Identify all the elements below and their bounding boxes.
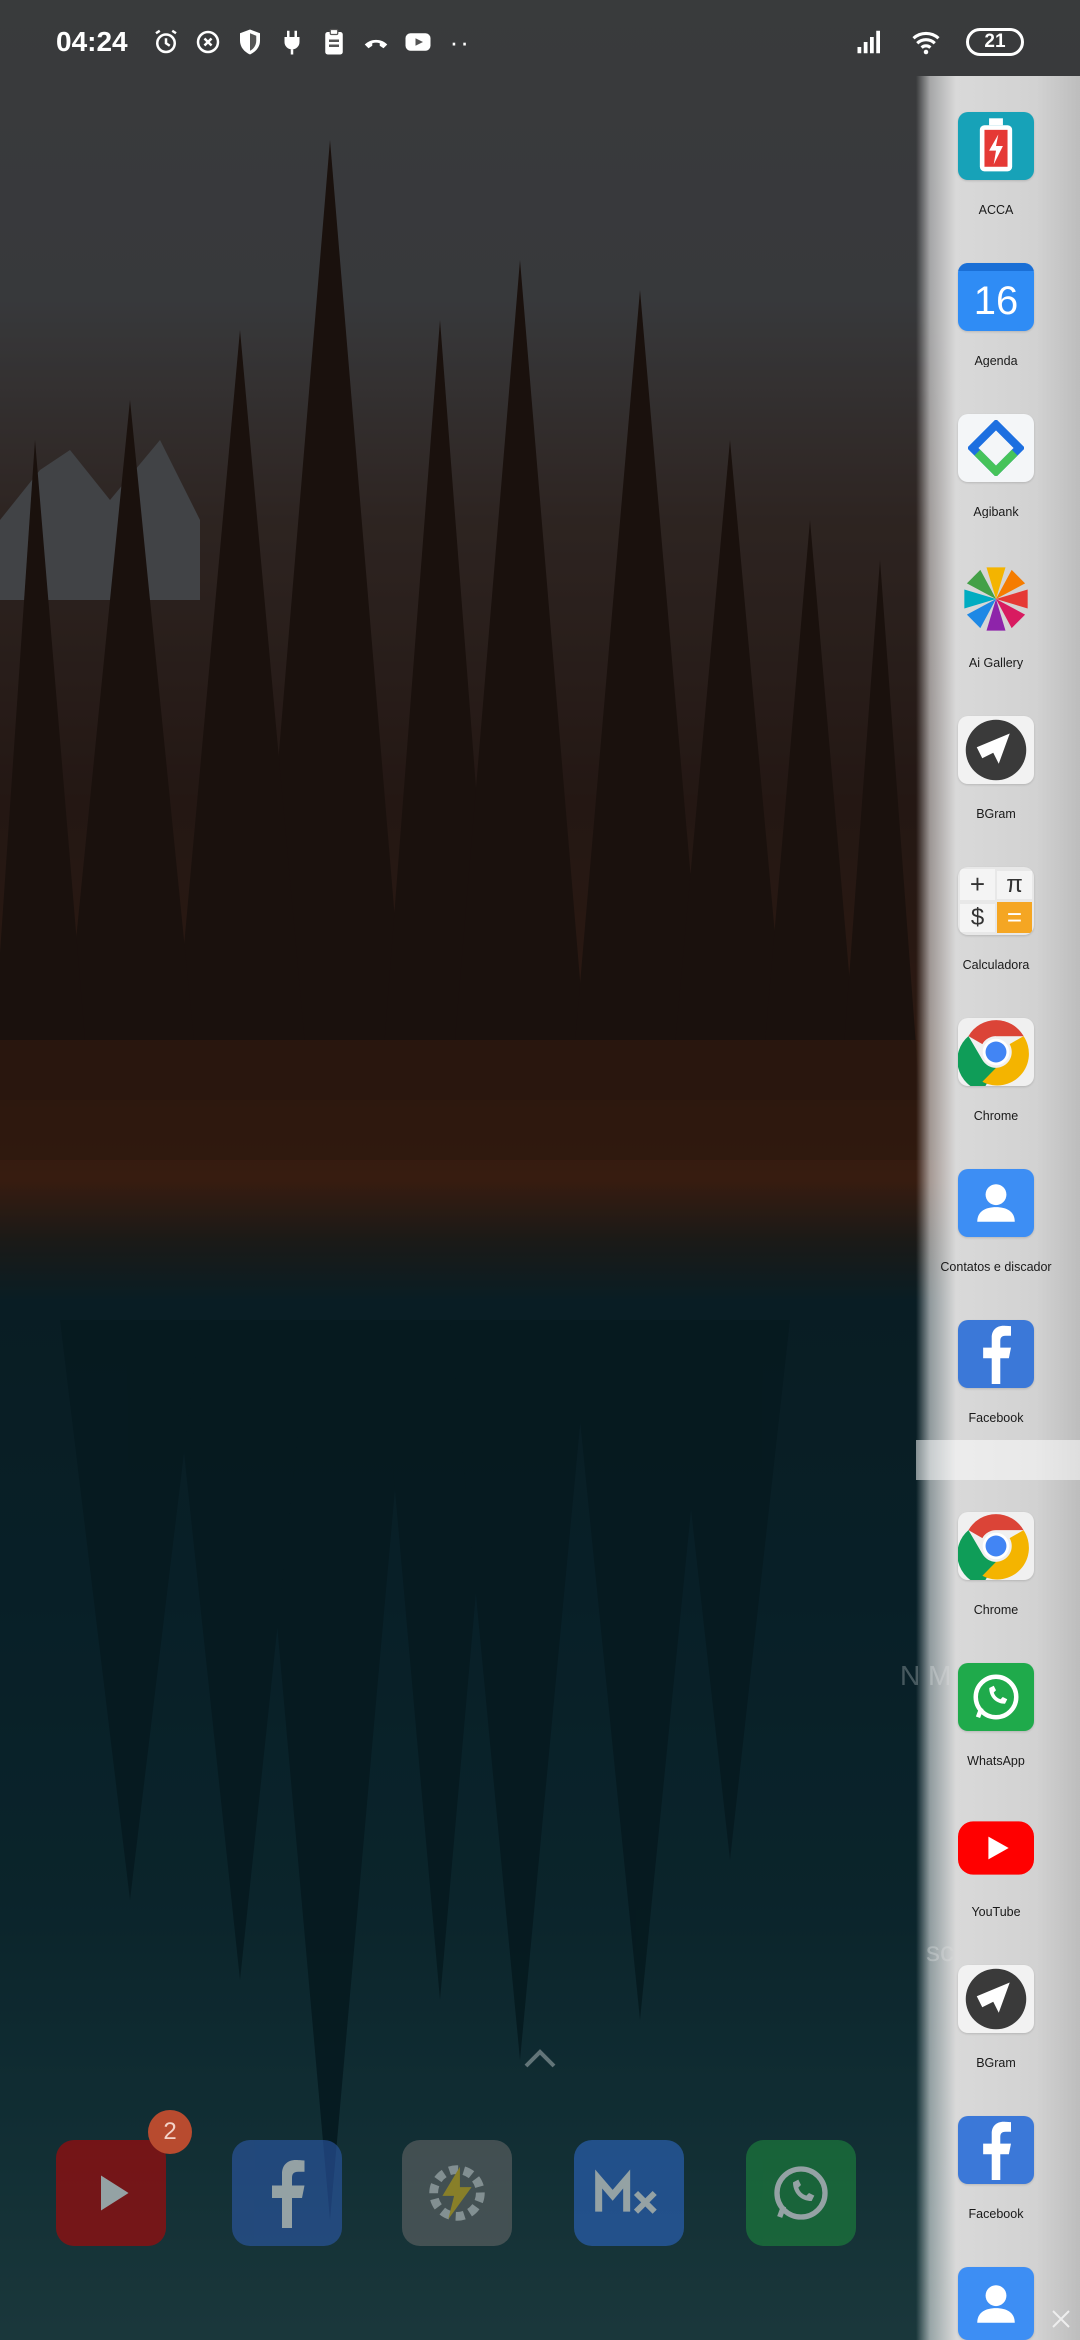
status-bar: 04:24 ·· 21 — [0, 0, 1080, 84]
sidebar-item-whatsapp[interactable]: WhatsApp — [924, 1627, 1068, 1767]
sidebar-item-acca[interactable]: ACCA — [924, 76, 1068, 216]
signal-icon — [854, 26, 886, 58]
sync-icon — [192, 26, 224, 58]
sidebar-item-label: Facebook — [968, 2207, 1024, 2220]
sidebar-item-label: ACCA — [978, 203, 1014, 216]
sidebar-item-label: BGram — [976, 2056, 1016, 2069]
youtube-icon[interactable] — [56, 2140, 166, 2246]
close-icon[interactable] — [1050, 2308, 1072, 2330]
whatsapp-icon[interactable] — [746, 2140, 856, 2246]
calculator-icon: + π $ = — [958, 867, 1034, 936]
sidebar-item-calculadora[interactable]: + π $ = Calculadora — [924, 831, 1068, 971]
sidebar-item-label: Chrome — [973, 1603, 1019, 1616]
sidebar-item-agibank[interactable]: Agibank — [924, 378, 1068, 518]
whatsapp-icon — [958, 1663, 1034, 1732]
sidebar-item-chrome-2[interactable]: Chrome — [924, 1476, 1068, 1616]
battery-level: 21 — [984, 31, 1006, 52]
plug-icon — [276, 26, 308, 58]
sidebar-divider — [916, 1440, 1080, 1480]
youtube-icon — [958, 1814, 1034, 1882]
contacts-icon — [958, 1169, 1034, 1238]
sidebar-item-agenda[interactable]: 16 Agenda — [924, 227, 1068, 367]
sidebar-item-youtube[interactable]: YouTube — [924, 1778, 1068, 1918]
sidebar-item-label: Calculadora — [962, 958, 1030, 971]
facebook-icon — [958, 1320, 1034, 1389]
sidebar-item-label: Agenda — [974, 354, 1018, 367]
shield-icon — [234, 26, 266, 58]
clock: 04:24 — [56, 26, 128, 57]
facebook-icon[interactable] — [232, 2140, 342, 2246]
phone-icon — [360, 26, 392, 58]
overflow-indicator: ·· — [449, 26, 471, 57]
sidebar-item-label: Facebook — [968, 1411, 1024, 1424]
alarm-icon — [150, 26, 182, 58]
battery-indicator: 21 — [966, 28, 1024, 56]
sidebar-item-label: Contatos e discador — [940, 1260, 1052, 1273]
sidebar-item-label: Ai Gallery — [968, 656, 1024, 669]
battery-charge-icon — [958, 112, 1034, 181]
notification-badge: 2 — [148, 2110, 192, 2154]
calendar-day: 16 — [973, 279, 1019, 324]
sidebar-item-contacts-partial[interactable] — [924, 2231, 1068, 2340]
chrome-icon — [958, 1512, 1034, 1581]
tasker-icon[interactable] — [402, 2140, 512, 2246]
sidebar-item-label: Chrome — [973, 1109, 1019, 1122]
sidebar-item-facebook[interactable]: Facebook — [924, 1284, 1068, 1424]
sidebar-item-facebook-2[interactable]: Facebook — [924, 2080, 1068, 2220]
sidebar-item-label: YouTube — [971, 1905, 1021, 1918]
pinwheel-icon — [958, 565, 1034, 633]
chrome-icon — [958, 1018, 1034, 1087]
app-drawer-arrow-icon[interactable] — [522, 2046, 558, 2070]
sidebar-item-contatos[interactable]: Contatos e discador — [924, 1133, 1068, 1273]
sidebar-item-bgram-2[interactable]: BGram — [924, 1929, 1068, 2069]
sidebar-item-bgram[interactable]: BGram — [924, 680, 1068, 820]
mix-icon[interactable] — [574, 2140, 684, 2246]
agibank-icon — [958, 414, 1034, 483]
sidebar-item-ai-gallery[interactable]: Ai Gallery — [924, 529, 1068, 669]
sidebar-item-label: Agibank — [973, 505, 1019, 518]
sidebar-item-label: BGram — [976, 807, 1016, 820]
bgram-icon — [958, 716, 1034, 785]
youtube-icon — [402, 26, 434, 58]
sidebar-item-chrome[interactable]: Chrome — [924, 982, 1068, 1122]
wifi-icon — [910, 26, 942, 58]
bgram-icon — [958, 1965, 1034, 2034]
facebook-icon — [958, 2116, 1034, 2185]
sidebar-item-label: WhatsApp — [967, 1754, 1025, 1767]
contacts-icon — [958, 2267, 1034, 2340]
clipboard-icon — [318, 26, 350, 58]
calendar-icon: 16 — [958, 263, 1034, 332]
